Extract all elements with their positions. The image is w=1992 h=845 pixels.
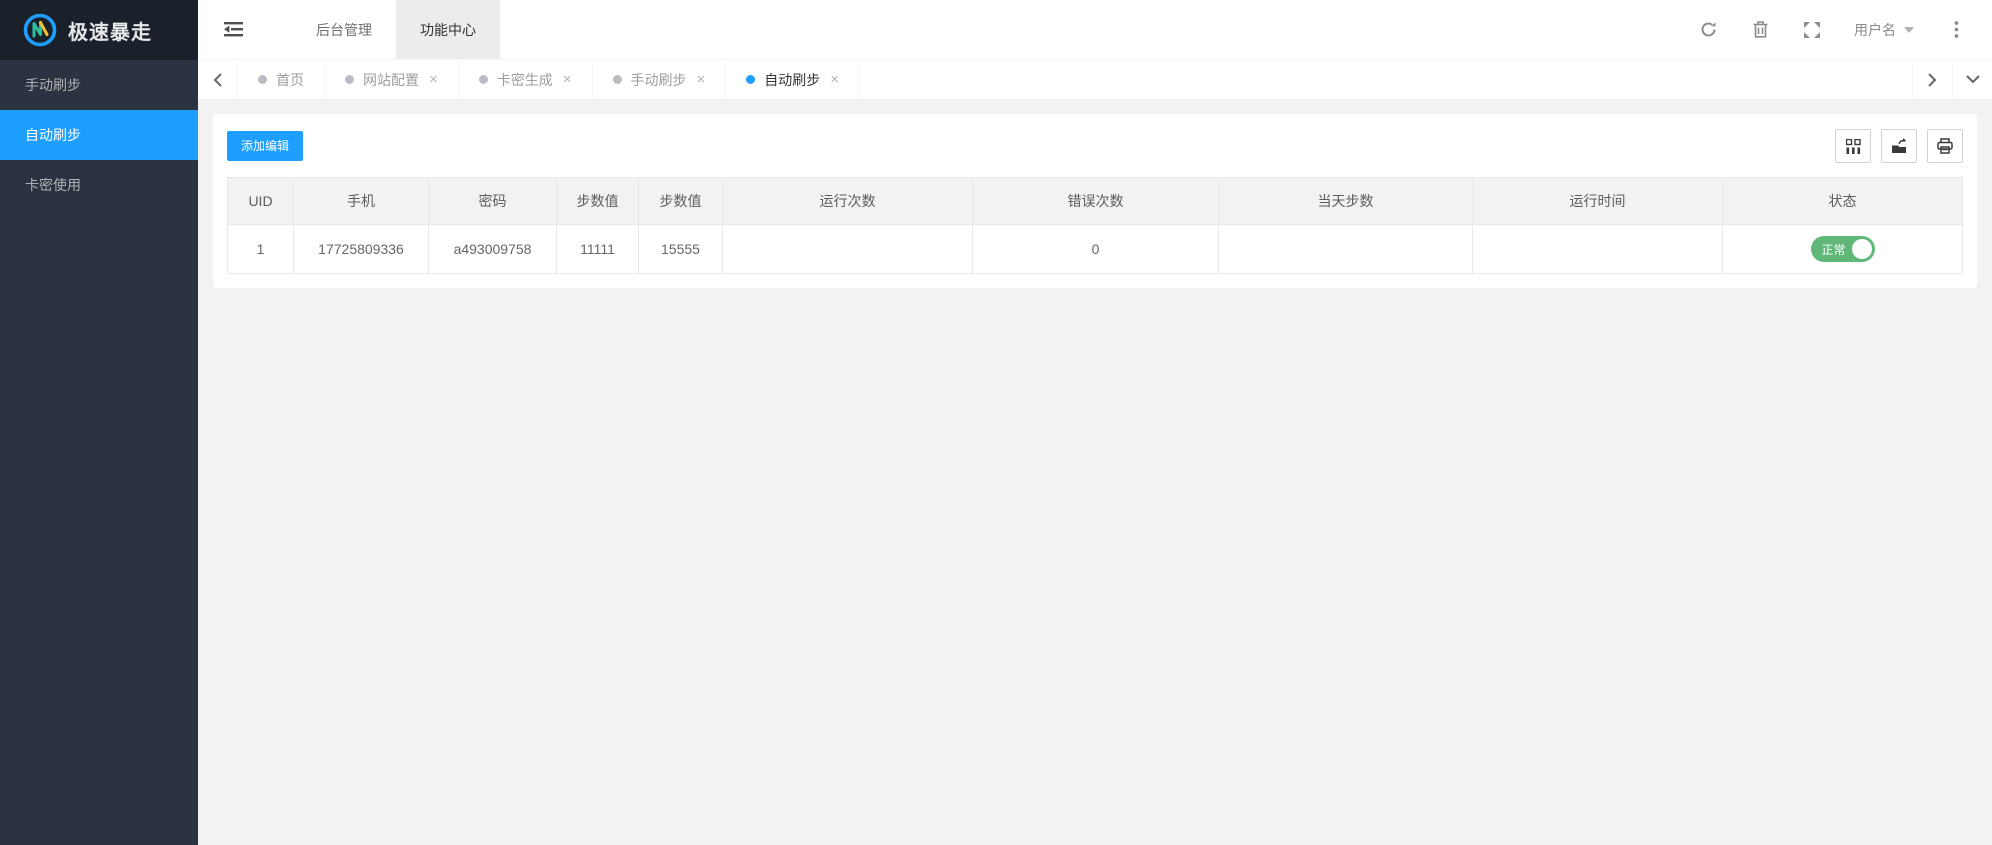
table-row: 1 17725809336 a493009758 11111 15555 0 正…	[227, 224, 1963, 274]
top-nav: 后台管理 功能中心	[292, 0, 500, 59]
tab-label: 网站配置	[363, 71, 419, 88]
column-header-today-steps: 当天步数	[1218, 177, 1473, 225]
cell-error-count: 0	[972, 224, 1219, 274]
chevron-right-icon	[1928, 72, 1937, 87]
column-header-step-max: 步数值	[638, 177, 723, 225]
cell-uid: 1	[227, 224, 294, 274]
tab-close-icon[interactable]: ×	[697, 72, 706, 87]
top-header: 后台管理 功能中心 用户名	[198, 0, 1992, 60]
column-header-password: 密码	[428, 177, 557, 225]
column-header-status: 状态	[1722, 177, 1963, 225]
tabs-scroll-left-button[interactable]	[198, 60, 238, 99]
tab-manual-steps[interactable]: 手动刷步 ×	[593, 60, 727, 99]
filter-columns-icon	[1845, 138, 1861, 154]
cell-step-min: 11111	[556, 224, 639, 274]
tab-card-generate[interactable]: 卡密生成 ×	[459, 60, 593, 99]
tabs-scroll-right-button[interactable]	[1912, 60, 1952, 99]
column-header-phone: 手机	[293, 177, 429, 225]
column-header-step-min: 步数值	[556, 177, 639, 225]
user-name-label: 用户名	[1854, 21, 1896, 38]
app-window: 极速暴走 手动刷步 自动刷步 卡密使用 后台管理 功能中心 用户名 首页 网站配…	[0, 0, 1992, 845]
add-edit-button[interactable]: 添加编辑	[227, 131, 304, 161]
top-nav-function-center[interactable]: 功能中心	[396, 0, 500, 59]
tab-strip: 首页 网站配置 × 卡密生成 × 手动刷步 × 自动刷步 ×	[198, 60, 1992, 100]
tab-status-dot	[612, 75, 622, 84]
refresh-icon	[1700, 21, 1717, 38]
filter-columns-button[interactable]	[1835, 129, 1871, 163]
tab-site-config[interactable]: 网站配置 ×	[325, 60, 459, 99]
tabs-dropdown-button[interactable]	[1952, 60, 1992, 99]
tab-status-dot	[478, 75, 488, 84]
refresh-button[interactable]	[1682, 0, 1734, 59]
status-toggle-label: 正常	[1821, 242, 1846, 257]
cell-status: 正常	[1722, 224, 1963, 274]
cell-phone: 17725809336	[293, 224, 429, 274]
print-icon	[1937, 138, 1953, 154]
table-header-row: UID 手机 密码 步数值 步数值 运行次数 错误次数 当天步数 运行时间 状态	[227, 177, 1963, 225]
sidebar-item-card-usage[interactable]: 卡密使用	[0, 160, 198, 210]
cell-password: a493009758	[428, 224, 557, 274]
app-logo-icon	[22, 12, 58, 48]
table-tool-buttons	[1835, 129, 1963, 163]
collapse-menu-icon	[223, 22, 243, 37]
print-button[interactable]	[1927, 129, 1963, 163]
export-button[interactable]	[1881, 129, 1917, 163]
cell-run-count	[722, 224, 973, 274]
caret-down-icon	[1904, 26, 1914, 33]
column-header-error-count: 错误次数	[972, 177, 1219, 225]
status-toggle-knob	[1851, 239, 1872, 259]
tab-label: 自动刷步	[764, 71, 821, 88]
sidebar-item-auto-steps[interactable]: 自动刷步	[0, 110, 198, 160]
tab-label: 卡密生成	[496, 71, 553, 88]
status-toggle[interactable]: 正常	[1810, 236, 1875, 262]
logo: 极速暴走	[0, 0, 198, 60]
top-nav-admin[interactable]: 后台管理	[292, 0, 396, 59]
export-icon	[1891, 138, 1907, 154]
column-header-uid: UID	[227, 177, 294, 225]
open-tabs: 首页 网站配置 × 卡密生成 × 手动刷步 × 自动刷步 ×	[238, 60, 1912, 99]
header-actions: 用户名	[1682, 0, 1992, 59]
sidebar-menu: 手动刷步 自动刷步 卡密使用	[0, 60, 198, 210]
sidebar-collapse-button[interactable]	[198, 0, 268, 59]
cell-run-time	[1472, 224, 1723, 274]
column-header-run-count: 运行次数	[722, 177, 973, 225]
sidebar-item-manual-steps[interactable]: 手动刷步	[0, 60, 198, 110]
tab-auto-steps[interactable]: 自动刷步 ×	[726, 60, 861, 99]
tab-close-icon[interactable]: ×	[429, 72, 438, 87]
tab-close-icon[interactable]: ×	[563, 72, 572, 87]
cell-step-max: 15555	[638, 224, 723, 274]
app-title: 极速暴走	[68, 21, 152, 44]
sidebar: 极速暴走 手动刷步 自动刷步 卡密使用	[0, 0, 198, 845]
more-options-button[interactable]	[1930, 0, 1982, 59]
clear-cache-button[interactable]	[1734, 0, 1786, 59]
fullscreen-icon	[1804, 21, 1820, 38]
data-table: UID 手机 密码 步数值 步数值 运行次数 错误次数 当天步数 运行时间 状态	[227, 177, 1963, 274]
tab-label: 首页	[276, 71, 304, 88]
chevron-left-icon	[213, 72, 222, 87]
tab-status-dot	[258, 75, 267, 84]
table-card: 添加编辑 UID 手机 密码 步数值 步数值 运行次数 错误次数 当天步数 运行…	[213, 114, 1977, 288]
fullscreen-button[interactable]	[1786, 0, 1838, 59]
tab-status-dot	[345, 75, 354, 84]
chevron-down-icon	[1965, 75, 1980, 84]
tab-status-dot	[746, 75, 756, 84]
main-content: 添加编辑 UID 手机 密码 步数值 步数值 运行次数 错误次数 当天步数 运行…	[198, 100, 1992, 845]
more-vertical-icon	[1954, 21, 1959, 38]
user-menu[interactable]: 用户名	[1838, 0, 1930, 59]
trash-icon	[1753, 21, 1768, 38]
cell-today-steps	[1218, 224, 1473, 274]
table-toolbar: 添加编辑	[227, 126, 1963, 177]
tab-home[interactable]: 首页	[238, 60, 325, 99]
tab-label: 手动刷步	[630, 71, 687, 88]
column-header-run-time: 运行时间	[1472, 177, 1723, 225]
tab-close-icon[interactable]: ×	[830, 72, 839, 87]
